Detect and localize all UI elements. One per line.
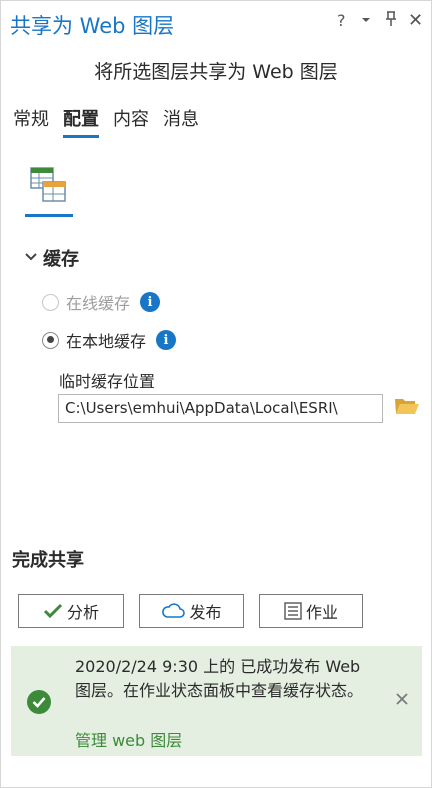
help-button[interactable]: ?	[337, 11, 346, 31]
local-cache-label: 在本地缓存	[66, 332, 147, 351]
online-cache-radio[interactable]	[42, 293, 59, 311]
cache-location-label: 临时缓存位置	[59, 372, 156, 391]
browse-folder-button[interactable]	[394, 395, 420, 419]
local-cache-radio[interactable]	[42, 331, 59, 349]
subtab-underline	[25, 214, 73, 217]
chevron-down-icon	[25, 251, 37, 266]
jobs-label: 作业	[305, 603, 338, 622]
manage-web-layer-link[interactable]: 管理 web 图层	[75, 727, 182, 751]
dismiss-message-button[interactable]	[395, 690, 409, 711]
options-menu-button[interactable]	[360, 11, 372, 31]
section-title: 缓存	[43, 249, 79, 270]
info-icon[interactable]: i	[156, 330, 177, 350]
pane-subtitle: 将所选图层共享为 Web 图层	[94, 61, 338, 83]
pin-icon	[386, 11, 396, 26]
chevron-down-icon	[362, 18, 370, 22]
tab-bar: 常规 配置 内容 消息	[13, 105, 213, 138]
tab-messages[interactable]: 消息	[163, 105, 199, 138]
publish-label: 发布	[189, 603, 222, 622]
cache-location-input[interactable]: C:\Users\emhui\AppData\Local\ESRI\	[58, 394, 383, 423]
list-icon	[284, 602, 302, 620]
tab-content[interactable]: 内容	[113, 105, 149, 138]
analyze-label: 分析	[66, 603, 99, 622]
online-cache-label: 在线缓存	[66, 294, 131, 313]
success-message: 2020/2/24 9:30 上的 已成功发布 Web 图层。在作业状态面板中查…	[11, 646, 422, 756]
tab-configuration[interactable]: 配置	[63, 105, 99, 138]
cloud-icon	[161, 603, 186, 619]
layers-subtab[interactable]	[25, 163, 73, 217]
window-title: 共享为 Web 图层	[10, 14, 175, 38]
finish-sharing-title: 完成共享	[12, 550, 84, 571]
layer-table-icon	[30, 167, 66, 202]
success-check-icon	[27, 690, 51, 714]
checkmark-icon	[43, 603, 63, 619]
message-text: 2020/2/24 9:30 上的 已成功发布 Web 图层。在作业状态面板中查…	[75, 657, 364, 700]
folder-open-icon	[395, 399, 419, 414]
tab-general[interactable]: 常规	[13, 105, 49, 138]
cache-section-header[interactable]: 缓存	[25, 245, 79, 271]
info-icon[interactable]: i	[140, 292, 161, 312]
analyze-button[interactable]: 分析	[18, 594, 124, 628]
close-button[interactable]: ✕	[408, 11, 423, 31]
publish-button[interactable]: 发布	[139, 594, 244, 628]
pin-button[interactable]	[384, 11, 398, 32]
jobs-button[interactable]: 作业	[259, 594, 363, 628]
title-bar: 共享为 Web 图层 ? ✕	[1, 1, 431, 47]
close-icon	[396, 693, 408, 705]
online-cache-option: 在线缓存 i	[42, 290, 161, 314]
local-cache-option: 在本地缓存 i	[42, 328, 177, 352]
